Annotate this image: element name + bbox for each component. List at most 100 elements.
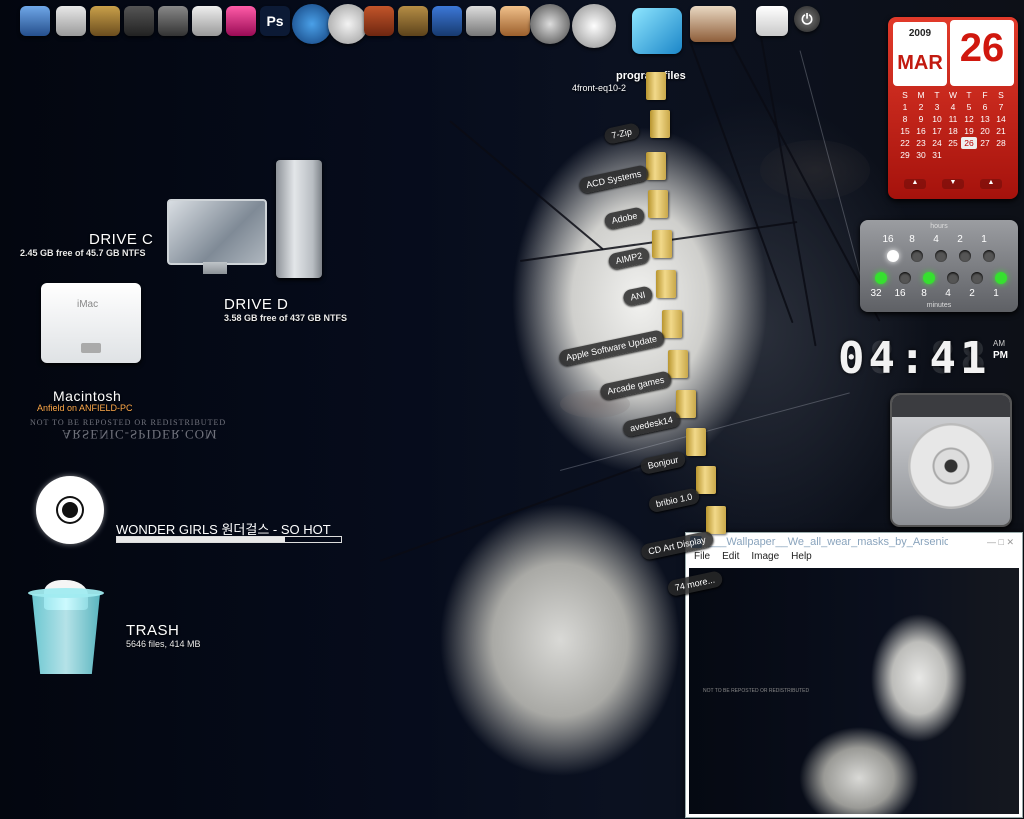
drive-d-icon[interactable] xyxy=(276,160,322,278)
tool-icon[interactable] xyxy=(500,6,530,36)
calendar-date[interactable]: 28 xyxy=(993,137,1009,149)
folder-icon[interactable] xyxy=(650,110,670,138)
calendar-date[interactable]: 2 xyxy=(913,101,929,113)
calendar-date[interactable]: 11 xyxy=(945,113,961,125)
calendar-date[interactable]: 30 xyxy=(913,149,929,161)
calendar-date[interactable]: 5 xyxy=(961,101,977,113)
calendar-date[interactable]: 10 xyxy=(929,113,945,125)
printer-icon[interactable] xyxy=(56,6,86,36)
calendar-weekday: S xyxy=(998,90,1004,100)
power-icon[interactable]: ⏻ xyxy=(794,6,820,32)
minute-bit-label: 2 xyxy=(969,288,975,299)
minute-bit-label: 8 xyxy=(921,288,927,299)
calendar-date[interactable]: 14 xyxy=(993,113,1009,125)
calendar-date[interactable]: 1 xyxy=(897,101,913,113)
photo-icon[interactable] xyxy=(398,6,428,36)
image-viewer-window[interactable]: ___Wallpaper__We_all_wear_masks_by_Arsen… xyxy=(685,532,1023,818)
gallery-icon[interactable] xyxy=(90,6,120,36)
stack-item[interactable]: 4front-eq10-2 xyxy=(572,83,626,93)
calendar-month: MAR xyxy=(897,52,943,74)
music-icon[interactable] xyxy=(530,4,570,44)
binary-hours-label: hours xyxy=(930,223,948,230)
monitor-icon[interactable] xyxy=(20,6,50,36)
drive-icon[interactable] xyxy=(632,8,682,54)
cd-player-icon[interactable] xyxy=(36,476,104,544)
viewer-menubar: File Edit Image Help xyxy=(686,551,1024,567)
calendar-date[interactable]: 24 xyxy=(929,137,945,149)
folder-icon[interactable] xyxy=(662,310,682,338)
calendar-date[interactable]: 31 xyxy=(929,149,945,161)
calendar-date[interactable]: 22 xyxy=(897,137,913,149)
hour-bit-label: 8 xyxy=(909,234,915,245)
fox-icon[interactable] xyxy=(364,6,394,36)
wikipedia-icon[interactable] xyxy=(328,4,368,44)
calendar-date[interactable]: 17 xyxy=(929,125,945,137)
wii-icon[interactable] xyxy=(756,6,788,36)
folder-icon[interactable] xyxy=(696,466,716,494)
ipod-icon[interactable] xyxy=(192,6,222,36)
calendar-prev-button[interactable]: ▲ xyxy=(903,179,927,189)
folder-icon[interactable] xyxy=(706,506,726,534)
itunes-icon[interactable] xyxy=(432,6,462,36)
calendar-week-row: 29 30 31 xyxy=(897,149,1009,161)
scanner-icon[interactable] xyxy=(690,6,736,42)
calendar-date[interactable]: 25 xyxy=(945,137,961,149)
menu-edit[interactable]: Edit xyxy=(722,551,739,567)
imac-label: iMac xyxy=(77,299,99,310)
camera-icon[interactable] xyxy=(466,6,496,36)
drive-c-icon[interactable] xyxy=(165,199,267,277)
calendar-date[interactable]: 18 xyxy=(945,125,961,137)
calendar-date[interactable]: 27 xyxy=(977,137,993,149)
calendar-date[interactable]: 13 xyxy=(977,113,993,125)
hour-bit-labels: 16 8 4 2 1 xyxy=(876,234,996,245)
folder-icon[interactable] xyxy=(686,428,706,456)
menu-help[interactable]: Help xyxy=(791,551,812,567)
trash-label[interactable]: TRASH xyxy=(126,622,179,639)
window-controls[interactable]: — □ ✕ xyxy=(987,537,1014,548)
calendar-date[interactable]: 12 xyxy=(961,113,977,125)
calendar-date[interactable]: 9 xyxy=(913,113,929,125)
folder-icon[interactable] xyxy=(646,152,666,180)
calendar-widget: 2009 MAR 26 S M T W T F S 1 2 3 4 5 6 7 8 9 10 11 12 13 14 15… xyxy=(888,17,1018,199)
folder-icon[interactable] xyxy=(646,72,666,100)
folder-icon[interactable] xyxy=(668,350,688,378)
calendar-date[interactable]: 15 xyxy=(897,125,913,137)
calendar-date[interactable]: 29 xyxy=(897,149,913,161)
cd-player-widget[interactable] xyxy=(890,393,1012,527)
calendar-date[interactable]: 20 xyxy=(977,125,993,137)
folder-icon[interactable] xyxy=(652,230,672,258)
calendar-date[interactable]: 16 xyxy=(913,125,929,137)
calendar-date[interactable]: 26 xyxy=(961,137,977,149)
speaker-icon[interactable] xyxy=(158,6,188,36)
media-player-icon[interactable] xyxy=(226,6,256,36)
calendar-date[interactable]: 23 xyxy=(913,137,929,149)
menu-image[interactable]: Image xyxy=(751,551,779,567)
menu-file[interactable]: File xyxy=(694,551,710,567)
calendar-date[interactable]: 7 xyxy=(993,101,1009,113)
macintosh-icon[interactable]: iMac xyxy=(41,283,141,363)
drive-c-info: 2.45 GB free of 45.7 GB NTFS xyxy=(20,248,146,258)
tv-icon[interactable] xyxy=(124,6,154,36)
calendar-date[interactable]: 8 xyxy=(897,113,913,125)
track-progress[interactable] xyxy=(116,536,342,543)
folder-icon[interactable] xyxy=(676,390,696,418)
calendar-date[interactable]: 19 xyxy=(961,125,977,137)
drive-c-label[interactable]: DRIVE C xyxy=(89,231,153,248)
calendar-today-button[interactable]: ▼ xyxy=(941,179,965,189)
trash-info: 5646 files, 414 MB xyxy=(126,639,201,649)
photoshop-icon[interactable]: Ps xyxy=(260,6,290,36)
calendar-date[interactable]: 3 xyxy=(929,101,945,113)
calendar-date[interactable]: 21 xyxy=(993,125,1009,137)
folder-icon[interactable] xyxy=(648,190,668,218)
control-panel-icon[interactable] xyxy=(572,4,616,48)
macintosh-label[interactable]: Macintosh xyxy=(53,388,121,404)
folder-icon[interactable] xyxy=(656,270,676,298)
calendar-next-button[interactable]: ▲ xyxy=(979,179,1003,189)
safari-icon[interactable] xyxy=(292,4,332,44)
calendar-date[interactable]: 4 xyxy=(945,101,961,113)
binary-clock-widget: hours 16 8 4 2 1 32 16 8 4 2 1 minutes xyxy=(860,220,1018,312)
trash-icon[interactable] xyxy=(24,580,108,680)
drive-d-info: 3.58 GB free of 437 GB NTFS xyxy=(224,313,348,323)
calendar-date[interactable]: 6 xyxy=(977,101,993,113)
drive-d-label[interactable]: DRIVE D xyxy=(224,296,288,313)
